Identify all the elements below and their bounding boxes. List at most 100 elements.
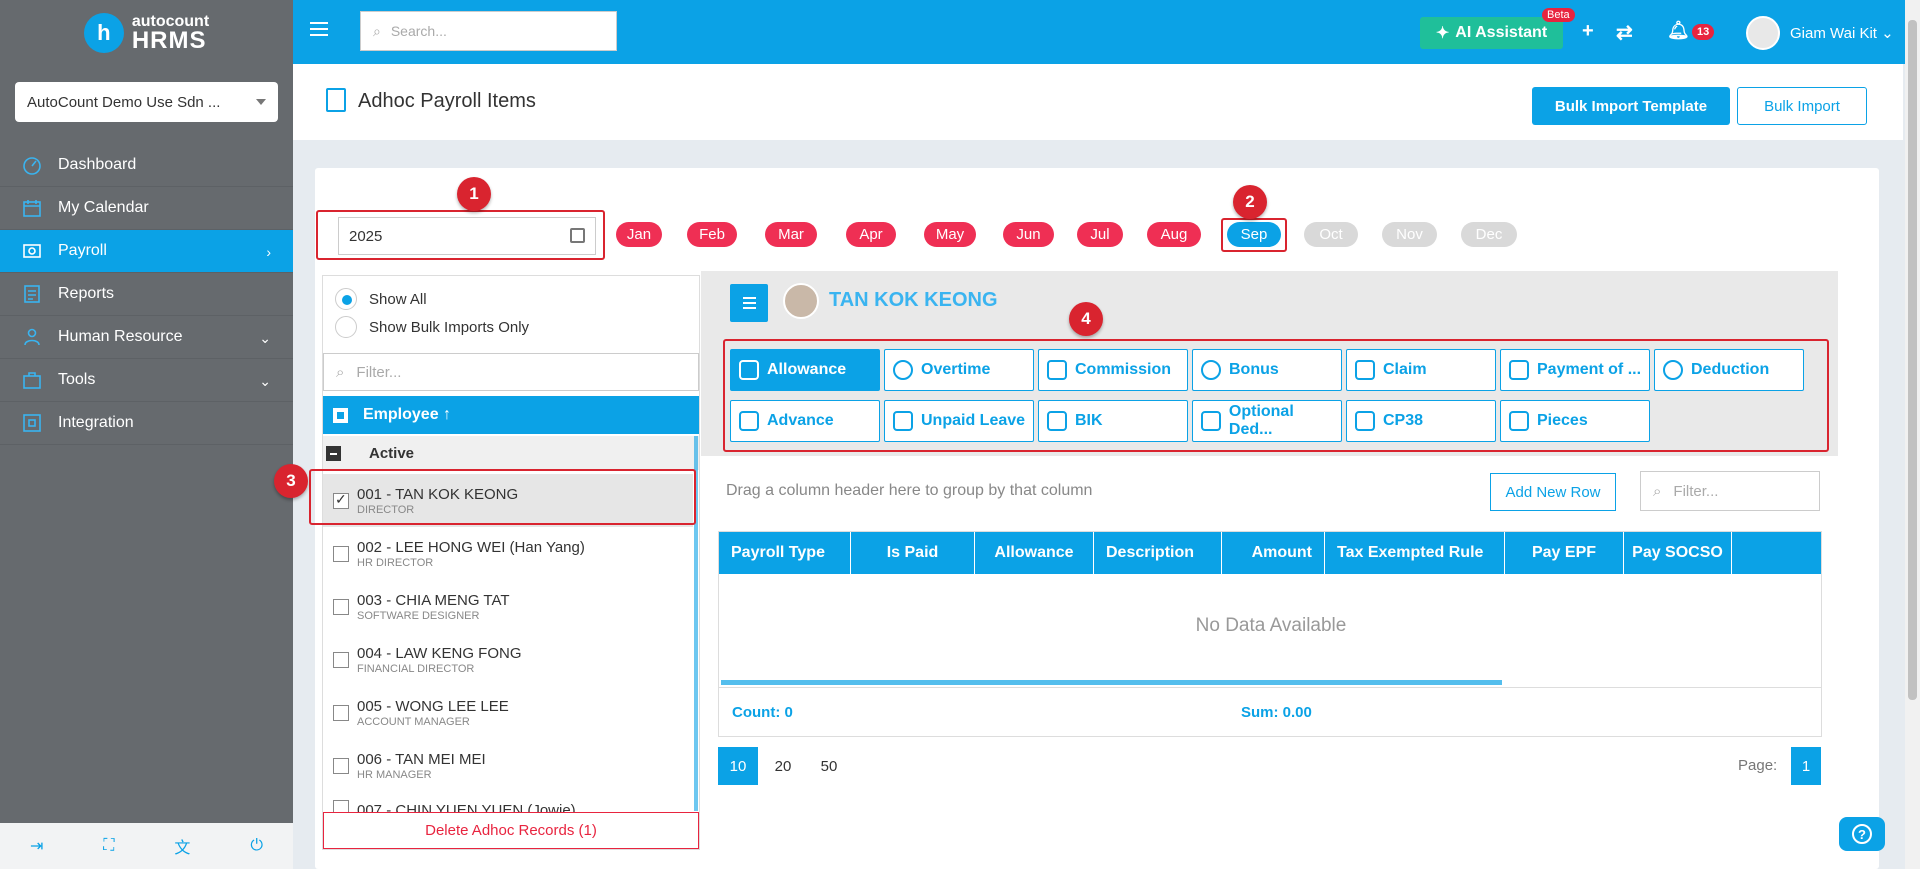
payroll-item-panel: TAN KOK KEONG Allowance Overtime Commiss… bbox=[701, 271, 1838, 849]
app-logo[interactable]: h autocount HRMS bbox=[0, 0, 293, 66]
ai-assistant-label: AI Assistant bbox=[1455, 24, 1548, 41]
document-list-icon bbox=[326, 88, 346, 112]
page-size-10[interactable]: 10 bbox=[718, 747, 758, 785]
column-header[interactable]: Is Paid bbox=[851, 532, 975, 574]
employee-row[interactable]: 004 - LAW KENG FONG FINANCIAL DIRECTOR bbox=[323, 633, 693, 686]
employee-checkbox[interactable] bbox=[333, 545, 349, 562]
radio-button[interactable] bbox=[335, 288, 357, 310]
radio-button[interactable] bbox=[335, 316, 357, 338]
sidebar-item-my-calendar[interactable]: My Calendar bbox=[0, 187, 293, 230]
group-row-active[interactable]: Active bbox=[323, 436, 699, 470]
employee-row[interactable]: 003 - CHIA MENG TAT SOFTWARE DESIGNER bbox=[323, 580, 693, 633]
plus-icon[interactable]: + bbox=[1582, 20, 1594, 43]
reports-icon bbox=[22, 284, 42, 304]
sidebar-item-dashboard[interactable]: Dashboard bbox=[0, 144, 293, 187]
show-bulk-imports-radio[interactable]: Show Bulk Imports Only bbox=[335, 316, 529, 338]
select-all-checkbox[interactable] bbox=[333, 407, 348, 423]
sidebar-item-label: Human Resource bbox=[58, 328, 183, 345]
sidebar-item-label: Reports bbox=[58, 285, 115, 302]
month-feb[interactable]: Feb bbox=[687, 222, 737, 247]
table-footer: Count: 0 Sum: 0.00 bbox=[719, 687, 1821, 736]
horizontal-scrollbar[interactable] bbox=[721, 680, 1502, 685]
sidebar-item-human-resource[interactable]: Human Resource ⌄ bbox=[0, 316, 293, 359]
employee-column-header[interactable]: Employee ↑ bbox=[323, 396, 699, 434]
table-header: Payroll Type Is Paid Allowance Descripti… bbox=[719, 532, 1821, 574]
avatar[interactable] bbox=[1746, 16, 1780, 50]
show-all-radio[interactable]: Show All bbox=[335, 288, 427, 310]
employee-checkbox[interactable] bbox=[333, 598, 349, 615]
page-size-20[interactable]: 20 bbox=[763, 747, 803, 785]
grid-filter-input[interactable]: ⌕ Filter... bbox=[1640, 471, 1820, 511]
count-summary: Count: 0 bbox=[732, 703, 793, 721]
month-jul[interactable]: Jul bbox=[1077, 222, 1123, 247]
month-jan[interactable]: Jan bbox=[616, 222, 662, 247]
hamburger-menu-icon[interactable] bbox=[310, 22, 328, 40]
add-new-row-button[interactable]: Add New Row bbox=[1490, 473, 1616, 511]
column-header[interactable]: Payroll Type bbox=[719, 532, 851, 574]
step-marker-3: 3 bbox=[274, 464, 308, 498]
scrollbar-thumb[interactable] bbox=[1908, 20, 1917, 700]
page-size-50[interactable]: 50 bbox=[809, 747, 849, 785]
employee-header: TAN KOK KEONG Allowance Overtime Commiss… bbox=[701, 271, 1838, 456]
power-icon[interactable]: ⏻ bbox=[250, 837, 263, 855]
column-header[interactable]: Description bbox=[1094, 532, 1222, 574]
employee-row[interactable]: 005 - WONG LEE LEE ACCOUNT MANAGER bbox=[323, 686, 693, 739]
page-number[interactable]: 1 bbox=[1791, 747, 1821, 785]
column-header[interactable]: Tax Exempted Rule bbox=[1325, 532, 1505, 574]
column-header[interactable]: Allowance bbox=[975, 532, 1094, 574]
list-toggle-button[interactable] bbox=[730, 284, 768, 322]
sidebar-item-reports[interactable]: Reports bbox=[0, 273, 293, 316]
column-header[interactable]: Pay EPF bbox=[1505, 532, 1624, 574]
employee-checkbox[interactable] bbox=[333, 704, 349, 721]
sidebar-item-tools[interactable]: Tools ⌄ bbox=[0, 359, 293, 402]
employee-column-label: Employee ↑ bbox=[363, 406, 452, 423]
sidebar-item-label: Dashboard bbox=[58, 156, 137, 173]
column-header[interactable]: Pay SOCSO bbox=[1624, 532, 1732, 574]
logout-icon[interactable]: ⇥ bbox=[30, 836, 43, 856]
ai-assistant-button[interactable]: ✦ AI Assistant bbox=[1420, 17, 1563, 49]
employee-checkbox[interactable] bbox=[333, 757, 349, 774]
chevron-down-icon bbox=[256, 99, 266, 105]
month-jun[interactable]: Jun bbox=[1003, 222, 1054, 247]
month-aug[interactable]: Aug bbox=[1147, 222, 1201, 247]
user-menu[interactable]: Giam Wai Kit ⌄ bbox=[1790, 24, 1894, 42]
group-label: Active bbox=[369, 444, 415, 462]
month-nov[interactable]: Nov bbox=[1382, 222, 1437, 247]
highlight-box-tiles bbox=[723, 339, 1829, 452]
month-oct[interactable]: Oct bbox=[1304, 222, 1358, 247]
fullscreen-icon[interactable]: ⛶ bbox=[103, 837, 114, 855]
employee-checkbox[interactable] bbox=[333, 651, 349, 668]
month-mar[interactable]: Mar bbox=[765, 222, 817, 247]
search-icon: ⌕ bbox=[336, 363, 345, 381]
sidebar-item-integration[interactable]: Integration bbox=[0, 402, 293, 445]
language-icon[interactable]: 文 bbox=[174, 834, 190, 858]
month-may[interactable]: May bbox=[924, 222, 976, 247]
employee-checkbox[interactable] bbox=[333, 800, 349, 812]
employee-row[interactable]: 002 - LEE HONG WEI (Han Yang) HR DIRECTOR bbox=[323, 527, 693, 580]
search-input[interactable]: ⌕ Search... bbox=[360, 11, 617, 51]
logo-mark: h bbox=[83, 13, 124, 53]
delete-adhoc-records-button[interactable]: Delete Adhoc Records (1) bbox=[323, 812, 699, 849]
employee-filter-input[interactable]: ⌕ Filter... bbox=[323, 353, 699, 391]
month-dec[interactable]: Dec bbox=[1461, 222, 1517, 247]
employee-role: HR MANAGER bbox=[357, 768, 432, 781]
employee-panel: Show All Show Bulk Imports Only ⌕ Filter… bbox=[322, 275, 700, 850]
employee-row[interactable]: 007 - CHIN YUEN YUEN (Jowie) bbox=[323, 792, 693, 812]
column-header[interactable]: Amount bbox=[1222, 532, 1325, 574]
sidebar-item-payroll[interactable]: Payroll › bbox=[0, 230, 293, 273]
help-button[interactable]: ? bbox=[1839, 817, 1885, 851]
month-apr[interactable]: Apr bbox=[846, 222, 896, 247]
step-marker-4: 4 bbox=[1069, 302, 1103, 336]
employee-row[interactable]: 006 - TAN MEI MEI HR MANAGER bbox=[323, 739, 693, 792]
chevron-down-icon: ⌄ bbox=[259, 373, 271, 389]
integration-icon bbox=[22, 413, 42, 433]
bulk-import-template-button[interactable]: Bulk Import Template bbox=[1532, 87, 1730, 125]
company-select[interactable]: AutoCount Demo Use Sdn ... bbox=[15, 82, 278, 122]
sidebar-item-label: Payroll bbox=[58, 242, 107, 259]
group-checkbox[interactable] bbox=[326, 445, 341, 461]
bulk-import-button[interactable]: Bulk Import bbox=[1737, 87, 1867, 125]
page-scrollbar[interactable] bbox=[1905, 0, 1920, 869]
switch-icon[interactable]: ⇄ bbox=[1616, 20, 1633, 45]
bell-icon[interactable]: 🔔︎ bbox=[1667, 20, 1690, 41]
tools-icon bbox=[22, 370, 42, 390]
